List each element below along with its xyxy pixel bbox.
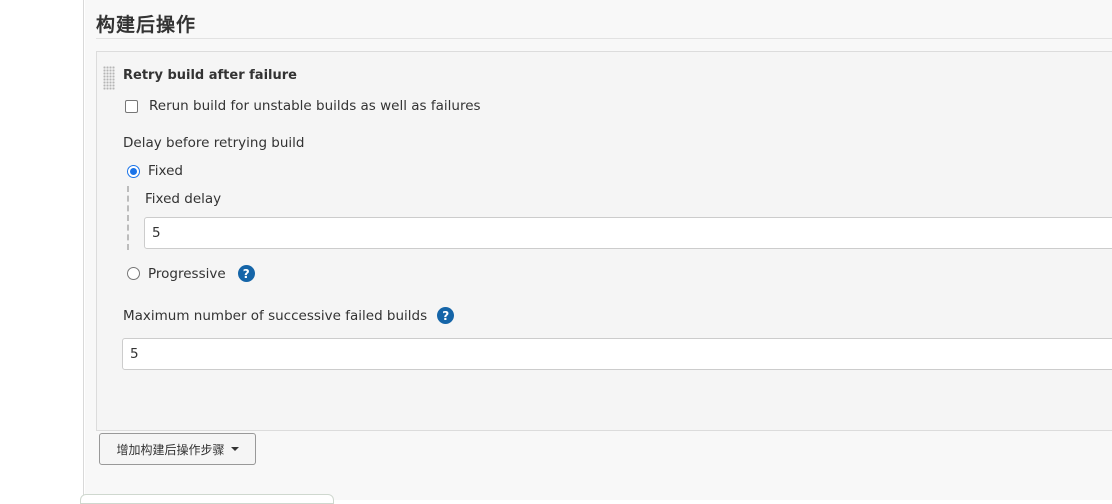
- fixed-delay-input[interactable]: 5: [144, 217, 1112, 249]
- fixed-delay-label: Fixed delay: [145, 191, 222, 207]
- add-post-build-step-button[interactable]: 增加构建后操作步骤: [99, 433, 256, 465]
- rerun-unstable-option[interactable]: Rerun build for unstable builds as well …: [125, 98, 481, 114]
- help-icon[interactable]: ?: [237, 265, 255, 282]
- section-divider: [96, 38, 1112, 39]
- max-failed-builds-input[interactable]: 5: [122, 338, 1112, 370]
- progressive-radio[interactable]: [127, 267, 140, 280]
- delay-fixed-option[interactable]: Fixed: [127, 163, 183, 179]
- fixed-radio[interactable]: [127, 164, 140, 178]
- delay-progressive-option[interactable]: Progressive ?: [127, 265, 255, 282]
- max-failed-builds-value: 5: [130, 346, 139, 362]
- delay-label: Delay before retrying build: [123, 135, 305, 151]
- bottom-panel-tab[interactable]: [80, 494, 334, 504]
- left-gutter: [0, 0, 84, 500]
- fixed-delay-value: 5: [152, 225, 161, 241]
- rerun-unstable-checkbox[interactable]: [125, 99, 138, 113]
- retry-build-step-panel: Retry build after failure Rerun build fo…: [96, 51, 1112, 431]
- add-post-build-step-label: 增加构建后操作步骤: [116, 442, 225, 457]
- step-title: Retry build after failure: [123, 68, 297, 83]
- post-build-section: 构建后操作 Retry build after failure Rerun bu…: [85, 0, 1112, 500]
- nested-options-guide: [127, 186, 129, 250]
- progressive-radio-label: Progressive: [148, 265, 226, 282]
- fixed-radio-label: Fixed: [148, 163, 183, 179]
- help-icon[interactable]: ?: [437, 307, 455, 324]
- max-failed-builds-label: Maximum number of successive failed buil…: [123, 307, 428, 324]
- max-failed-builds-label-row: Maximum number of successive failed buil…: [123, 307, 455, 324]
- drag-handle-icon[interactable]: [103, 66, 115, 90]
- caret-down-icon: [230, 447, 239, 451]
- rerun-unstable-label: Rerun build for unstable builds as well …: [149, 98, 481, 114]
- section-title: 构建后操作: [96, 14, 197, 36]
